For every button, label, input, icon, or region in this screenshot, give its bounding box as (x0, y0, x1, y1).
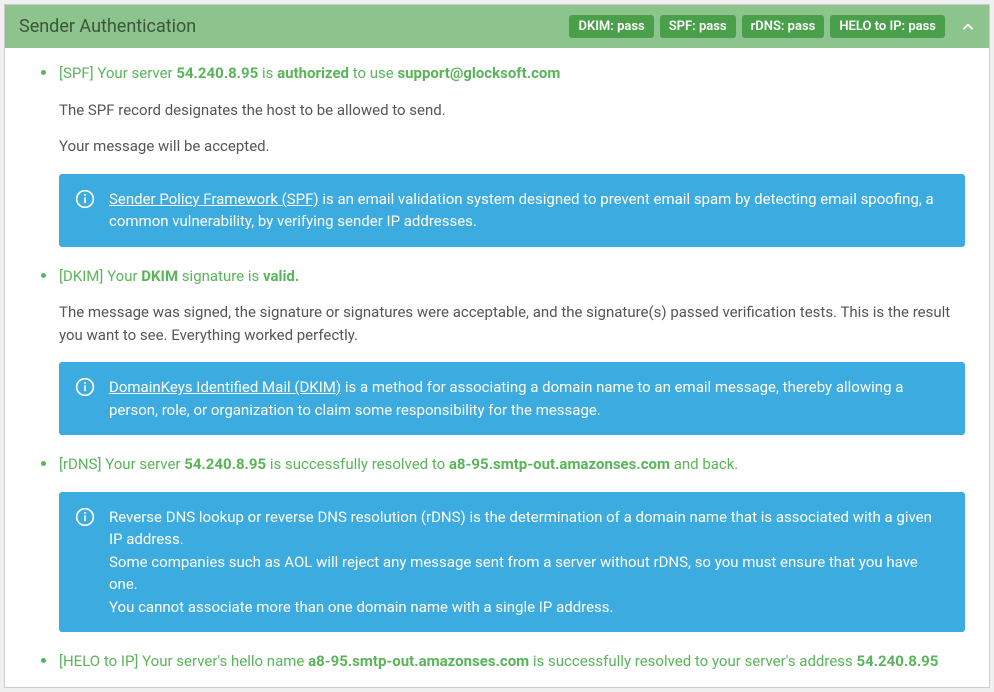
panel-body: [SPF] Your server 54.240.8.95 is authori… (5, 48, 989, 687)
rdns-info-box: Reverse DNS lookup or reverse DNS resolu… (59, 492, 965, 633)
spf-info-text: Sender Policy Framework (SPF) is an emai… (109, 188, 947, 233)
chevron-up-icon[interactable] (961, 20, 975, 34)
spf-title: [SPF] Your server 54.240.8.95 is authori… (59, 62, 965, 85)
helo-badge: HELO to IP: pass (830, 15, 945, 38)
info-icon (75, 377, 95, 397)
rdns-title: [rDNS] Your server 54.240.8.95 is succes… (59, 453, 965, 476)
panel-header[interactable]: Sender Authentication DKIM: pass SPF: pa… (5, 5, 989, 48)
list-item-rdns: [rDNS] Your server 54.240.8.95 is succes… (29, 453, 965, 632)
spf-info-link[interactable]: Sender Policy Framework (SPF) (109, 190, 319, 208)
list-item-helo: [HELO to IP] Your server's hello name a8… (29, 650, 965, 673)
spf-para-1: The SPF record designates the host to be… (59, 99, 965, 122)
panel-title: Sender Authentication (19, 16, 196, 37)
rdns-badge: rDNS: pass (742, 15, 825, 38)
list-item-dkim: [DKIM] Your DKIM signature is valid. The… (29, 265, 965, 436)
spf-info-box: Sender Policy Framework (SPF) is an emai… (59, 174, 965, 247)
dkim-info-link[interactable]: DomainKeys Identified Mail (DKIM) (109, 378, 341, 396)
dkim-info-box: DomainKeys Identified Mail (DKIM) is a m… (59, 362, 965, 435)
dkim-badge: DKIM: pass (569, 15, 653, 38)
sender-auth-panel: Sender Authentication DKIM: pass SPF: pa… (4, 4, 990, 688)
dkim-info-text: DomainKeys Identified Mail (DKIM) is a m… (109, 376, 947, 421)
spf-para-2: Your message will be accepted. (59, 135, 965, 158)
list-item-spf: [SPF] Your server 54.240.8.95 is authori… (29, 62, 965, 247)
spf-badge: SPF: pass (660, 15, 736, 38)
rdns-info-text: Reverse DNS lookup or reverse DNS resolu… (109, 506, 947, 619)
helo-title: [HELO to IP] Your server's hello name a8… (59, 650, 965, 673)
dkim-para-1: The message was signed, the signature or… (59, 301, 965, 346)
info-icon (75, 507, 95, 527)
panel-header-badges: DKIM: pass SPF: pass rDNS: pass HELO to … (569, 15, 975, 38)
info-icon (75, 189, 95, 209)
dkim-title: [DKIM] Your DKIM signature is valid. (59, 265, 965, 288)
auth-items-list: [SPF] Your server 54.240.8.95 is authori… (29, 62, 965, 673)
